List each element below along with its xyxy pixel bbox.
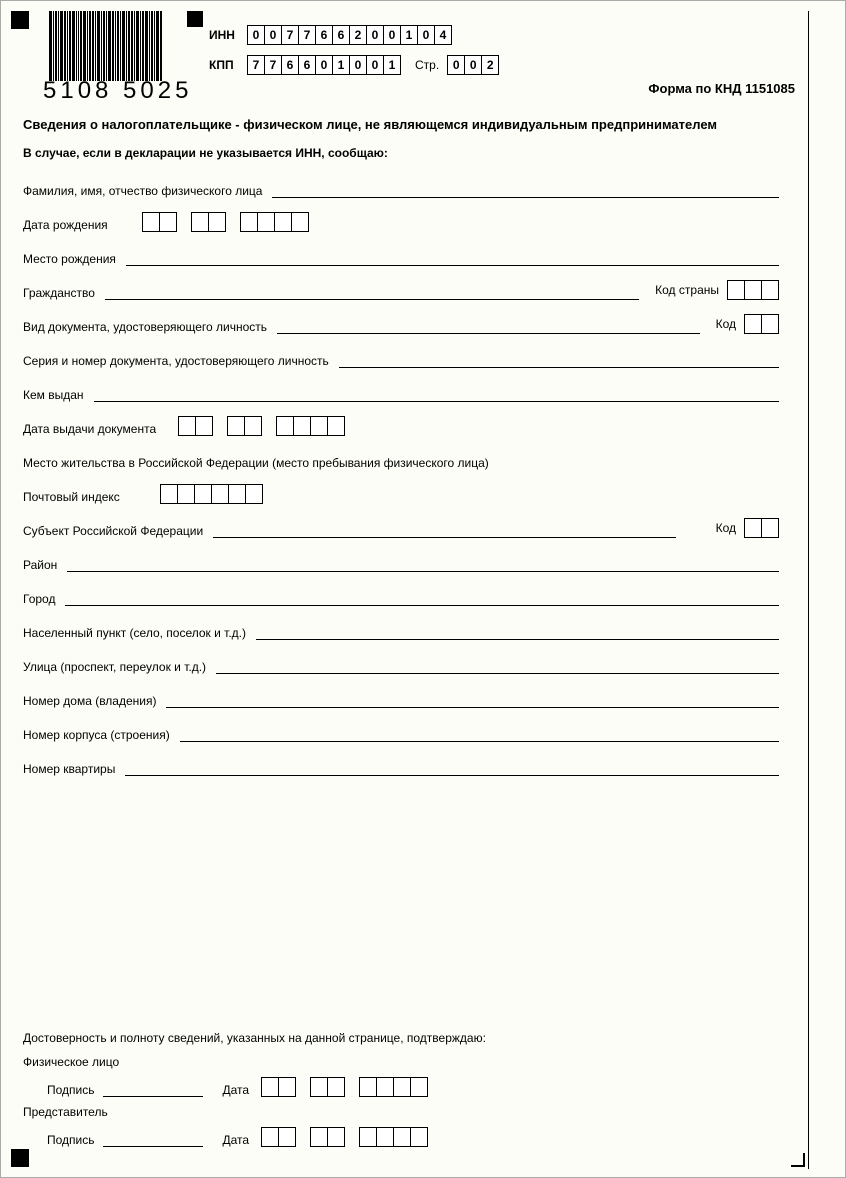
dob-cells[interactable] [142,212,323,232]
barcode-number: 5108 5025 [43,77,192,105]
house-label: Номер дома (владения) [23,694,156,708]
city-input-line[interactable] [65,592,779,606]
page-cells: 002 [447,55,499,75]
form-code: Форма по КНД 1151085 [648,81,795,96]
inn-cells: 007766200104 [247,25,452,45]
city-label: Город [23,592,55,606]
doc-code-label: Код [716,317,736,331]
postcode-label: Почтовый индекс [23,490,120,504]
issued-by-input-line[interactable] [94,388,779,402]
barcode-bars [49,11,179,81]
confirmation-block: Достоверность и полноту сведений, указан… [23,1031,779,1155]
page-subtitle: В случае, если в декларации не указывает… [23,146,779,160]
postcode-cells[interactable] [160,484,263,504]
street-input-line[interactable] [216,660,779,674]
signature-label-1: Подпись [47,1083,95,1097]
corner-marker-br [791,1153,805,1167]
doc-type-input-line[interactable] [277,320,700,334]
individual-label: Физическое лицо [23,1055,119,1069]
corner-marker-tl [11,11,29,29]
issued-by-label: Кем выдан [23,388,84,402]
doc-code-cells[interactable] [744,314,779,334]
doc-date-cells[interactable] [178,416,359,436]
residence-label: Место жительства в Российской Федерации … [23,456,489,470]
date-label-1: Дата [223,1083,250,1097]
street-label: Улица (проспект, переулок и т.д.) [23,660,206,674]
header-codes: ИНН 007766200104 КПП 776601001 Стр. 002 [209,25,499,85]
representative-signature-line[interactable] [103,1133,203,1147]
fio-input-line[interactable] [272,184,779,198]
dob-label: Дата рождения [23,218,108,232]
right-margin-line [808,11,809,1169]
kpp-label: КПП [209,58,247,72]
doc-series-input-line[interactable] [339,354,779,368]
subject-input-line[interactable] [213,524,675,538]
date-label-2: Дата [223,1133,250,1147]
house-input-line[interactable] [166,694,779,708]
inn-label: ИНН [209,28,247,42]
building-label: Номер корпуса (строения) [23,728,170,742]
confirm-title: Достоверность и полноту сведений, указан… [23,1031,779,1045]
country-code-cells[interactable] [727,280,779,300]
subject-code-label: Код [716,521,736,535]
settlement-label: Населенный пункт (село, поселок и т.д.) [23,626,246,640]
individual-signature-line[interactable] [103,1083,203,1097]
citizenship-input-line[interactable] [105,286,639,300]
barcode: 5108 5025 [29,11,199,99]
building-input-line[interactable] [180,728,779,742]
individual-date-cells[interactable] [261,1077,442,1097]
representative-date-cells[interactable] [261,1127,442,1147]
fio-label: Фамилия, имя, отчество физического лица [23,184,262,198]
doc-series-label: Серия и номер документа, удостоверяющего… [23,354,329,368]
district-input-line[interactable] [67,558,779,572]
tax-form-page: 5108 5025 ИНН 007766200104 КПП 776601001… [0,0,846,1178]
page-label: Стр. [415,58,439,72]
page-title: Сведения о налогоплательщике - физическо… [23,117,779,132]
flat-label: Номер квартиры [23,762,115,776]
doc-date-label: Дата выдачи документа [23,422,156,436]
district-label: Район [23,558,57,572]
subject-code-cells[interactable] [744,518,779,538]
subject-label: Субъект Российской Федерации [23,524,203,538]
birthplace-input-line[interactable] [126,252,779,266]
signature-label-2: Подпись [47,1133,95,1147]
citizenship-label: Гражданство [23,286,95,300]
flat-input-line[interactable] [125,762,779,776]
birthplace-label: Место рождения [23,252,116,266]
representative-label: Представитель [23,1105,108,1119]
settlement-input-line[interactable] [256,626,779,640]
kpp-cells: 776601001 [247,55,401,75]
corner-marker-barcode-tr [187,11,203,27]
country-code-label: Код страны [655,283,719,297]
doc-type-label: Вид документа, удостоверяющего личность [23,320,267,334]
form-content: Сведения о налогоплательщике - физическо… [23,117,779,790]
